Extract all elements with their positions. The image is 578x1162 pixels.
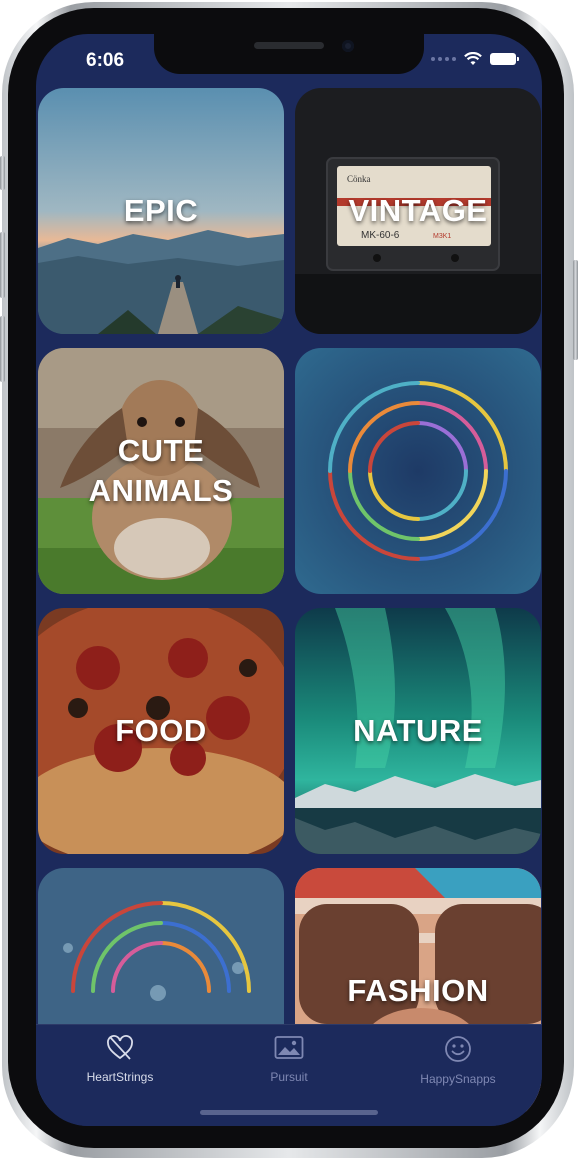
home-indicator[interactable] [200, 1110, 378, 1115]
wifi-icon [464, 52, 482, 65]
tab-label: HappySnapps [420, 1072, 496, 1086]
speaker-grille [254, 42, 324, 49]
screen: 6:06 EPIC Cönka MK-60-6 M3K1 VINTAGE CUT… [36, 34, 542, 1126]
tab-pursuit[interactable]: Pursuit [205, 1035, 373, 1095]
battery-icon [490, 53, 519, 65]
mute-switch [0, 156, 5, 190]
category-tile-nature[interactable]: NATURE [295, 608, 541, 854]
tile-label: EPIC [123, 193, 199, 228]
category-tile-vintage[interactable]: Cönka MK-60-6 M3K1 VINTAGE [295, 88, 541, 334]
volume-up-button [0, 232, 5, 298]
tile-label: FOOD [115, 713, 207, 748]
photo-icon [274, 1036, 304, 1059]
heart-slash-icon [107, 1035, 133, 1060]
front-camera [342, 40, 354, 52]
tab-label: Pursuit [270, 1070, 308, 1084]
tape-brand: Cönka [347, 174, 371, 184]
status-icons [431, 52, 519, 66]
tape-model: MK-60-6 [361, 230, 400, 241]
volume-down-button [0, 316, 5, 382]
signal-dots-icon [431, 57, 456, 61]
tile-label: CUTE ANIMALS [88, 433, 234, 508]
tab-label: HeartStrings [86, 1070, 154, 1084]
notch [154, 34, 424, 74]
tile-label: NATURE [353, 713, 483, 748]
tab-happysnapps[interactable]: HappySnapps [374, 1035, 542, 1095]
tile-label: VINTAGE [348, 193, 488, 228]
smiley-icon [445, 1036, 471, 1062]
power-button [573, 260, 578, 360]
category-tile-cute-animals[interactable]: CUTE ANIMALS [38, 348, 284, 594]
tab-heartstrings[interactable]: HeartStrings [36, 1035, 204, 1095]
spiral-art-image [295, 348, 541, 594]
category-tile-food[interactable]: FOOD [38, 608, 284, 854]
tape-side: M3K1 [433, 233, 451, 240]
status-time: 6:06 [86, 50, 125, 71]
category-tile-epic[interactable]: EPIC [38, 88, 284, 334]
tile-label: FASHION [347, 973, 489, 1008]
category-tile-spiral[interactable] [295, 348, 541, 594]
